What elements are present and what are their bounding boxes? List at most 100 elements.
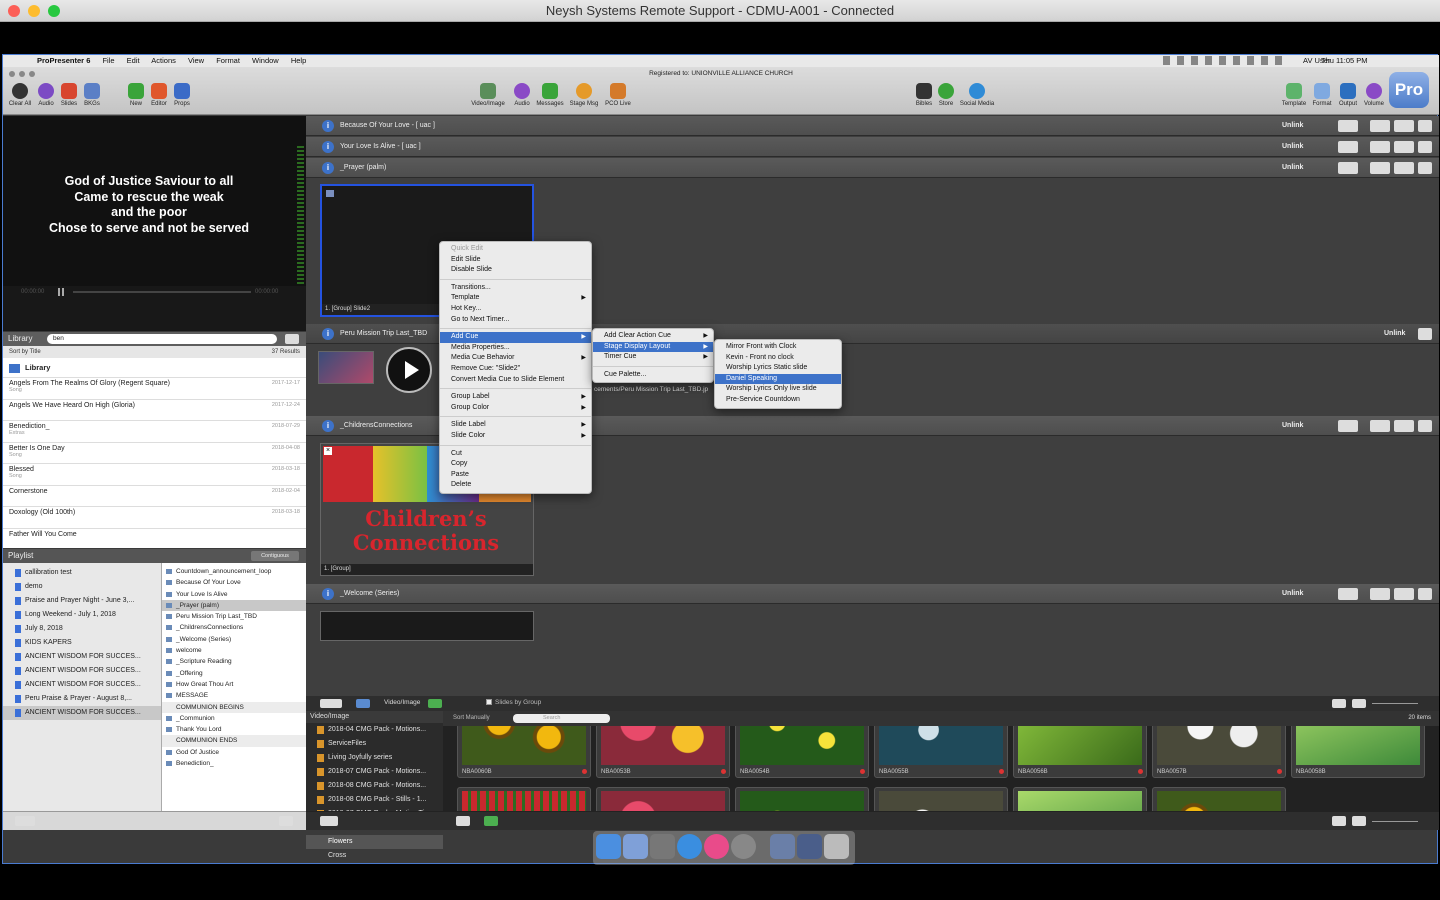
format-button[interactable]: Format bbox=[1309, 83, 1335, 107]
pco-live-button[interactable]: PCO Live bbox=[603, 83, 633, 107]
playlist-item[interactable]: _Prayer (palm) bbox=[162, 599, 306, 612]
info-icon[interactable]: i bbox=[322, 328, 334, 340]
sort-manually-dropdown[interactable]: Sort Manually bbox=[453, 711, 490, 726]
menu-item[interactable]: Slide Label ▶ bbox=[440, 420, 591, 431]
launchpad-icon[interactable] bbox=[650, 834, 675, 859]
library-item[interactable]: Doxology (Old 100th) 2018-03-18 bbox=[3, 507, 306, 529]
sort-dropdown[interactable]: Sort by Title bbox=[9, 349, 41, 355]
peru-thumbnail[interactable] bbox=[318, 351, 374, 384]
playlist-item[interactable]: Countdown_announcement_loop bbox=[162, 566, 306, 577]
system-preferences-icon[interactable] bbox=[731, 834, 756, 859]
desktop-icon[interactable] bbox=[797, 834, 822, 859]
playlist-item[interactable]: MESSAGE bbox=[162, 690, 306, 701]
library-item[interactable]: Benediction_ Extras 2018-07-29 bbox=[3, 421, 306, 443]
library-root[interactable]: Library bbox=[3, 358, 306, 378]
minimize-window-icon[interactable] bbox=[28, 5, 40, 17]
playlist-item[interactable]: God Of Justice bbox=[162, 747, 306, 758]
propresenter-logo[interactable]: Pro bbox=[1389, 72, 1429, 108]
menu-item[interactable]: Delete bbox=[440, 480, 591, 491]
playlist-entry[interactable]: ANCIENT WISDOM FOR SUCCES... bbox=[3, 706, 161, 720]
media-folder[interactable]: ServiceFiles bbox=[306, 737, 443, 751]
menu-item[interactable]: Media Properties... bbox=[440, 343, 591, 354]
menu-item[interactable]: Slide Color ▶ bbox=[440, 431, 591, 442]
media-folder[interactable]: Living Joyfully series bbox=[306, 751, 443, 765]
menu-help[interactable]: Help bbox=[291, 56, 306, 65]
close-window-icon[interactable] bbox=[8, 5, 20, 17]
menu-edit[interactable]: Edit bbox=[127, 56, 140, 65]
menu-item[interactable]: Mirror Front with Clock bbox=[715, 342, 841, 353]
list-view-button[interactable] bbox=[1352, 699, 1366, 708]
grid-view-button[interactable] bbox=[1332, 699, 1346, 708]
store-button[interactable]: Store bbox=[933, 83, 959, 107]
media-folder[interactable]: 2018-07 CMG Pack - Motions... bbox=[306, 765, 443, 779]
close-icon[interactable]: × bbox=[324, 447, 332, 455]
menu-item[interactable]: Convert Media Cue to Slide Element bbox=[440, 375, 591, 386]
playlist-entry[interactable]: callibration test bbox=[3, 566, 161, 580]
playlist-item[interactable]: Benediction_ bbox=[162, 758, 306, 769]
video-image-button[interactable]: Video/Image bbox=[471, 83, 505, 107]
menu-item[interactable]: Cue Palette... bbox=[593, 370, 713, 381]
media-folder[interactable]: 2018-08 CMG Pack - Stills - 1... bbox=[306, 793, 443, 807]
media-search-input[interactable]: Search bbox=[513, 714, 610, 723]
add-folder-button[interactable] bbox=[320, 816, 338, 826]
remove-button[interactable] bbox=[456, 816, 470, 826]
transport-scrubber[interactable] bbox=[73, 291, 251, 293]
menu-item[interactable]: Kevin - Front no clock bbox=[715, 353, 841, 364]
library-item[interactable]: Angels We Have Heard On High (Gloria) 201… bbox=[3, 400, 306, 421]
add-media-button[interactable] bbox=[320, 699, 342, 708]
menu-item[interactable]: Template ▶ bbox=[440, 293, 591, 304]
menu-item[interactable]: Worship Lyrics Static slide bbox=[715, 363, 841, 374]
menu-item[interactable]: Copy bbox=[440, 459, 591, 470]
playlist-item[interactable]: _ChildrensConnections bbox=[162, 622, 306, 633]
media-thumbnail[interactable]: NBA0060B bbox=[457, 726, 591, 778]
playlist-header-item[interactable]: COMMUNION ENDS bbox=[162, 735, 306, 747]
template-button[interactable]: Template bbox=[1279, 83, 1309, 107]
propresenter-icon[interactable] bbox=[623, 834, 648, 859]
menubar-clock[interactable]: Thu 11:05 PM bbox=[1321, 55, 1368, 67]
menu-item[interactable]: Add Cue ▶ bbox=[440, 332, 591, 343]
group-header[interactable]: i _Welcome (Series) Unlink bbox=[306, 584, 1439, 604]
finder-icon[interactable] bbox=[596, 834, 621, 859]
downloads-icon[interactable] bbox=[770, 834, 795, 859]
contiguous-button[interactable]: Contiguous bbox=[251, 551, 299, 561]
playlist-item[interactable]: How Great Thou Art bbox=[162, 679, 306, 690]
menu-file[interactable]: File bbox=[102, 56, 114, 65]
media-folder[interactable]: Cross bbox=[306, 849, 443, 863]
menu-item[interactable]: Worship Lyrics Only live slide bbox=[715, 384, 841, 395]
playlist-entry[interactable]: Long Weekend - July 1, 2018 bbox=[3, 608, 161, 622]
group-header[interactable]: i _Prayer (palm) Unlink bbox=[306, 158, 1439, 178]
menu-item[interactable]: Cut bbox=[440, 449, 591, 460]
library-item[interactable]: Father Will You Come bbox=[3, 529, 306, 549]
social-media-button[interactable]: Social Media bbox=[957, 83, 997, 107]
playlist-item[interactable]: _Communion bbox=[162, 713, 306, 724]
menu-item[interactable]: Remove Cue: "Slide2" bbox=[440, 364, 591, 375]
menu-item[interactable]: Stage Display Layout ▶ bbox=[593, 341, 713, 353]
play-button[interactable] bbox=[386, 347, 432, 393]
bkgs-clear-button[interactable]: BKGs bbox=[79, 83, 105, 107]
pause-icon[interactable] bbox=[58, 288, 64, 296]
menu-item[interactable]: Media Cue Behavior ▶ bbox=[440, 353, 591, 364]
playlist-item[interactable]: welcome bbox=[162, 645, 306, 656]
playlist-item[interactable]: Your Love Is Alive bbox=[162, 589, 306, 600]
playlist-item[interactable]: _Welcome (Series) bbox=[162, 634, 306, 645]
media-thumbnail[interactable]: NBA0055B bbox=[874, 726, 1008, 778]
library-item[interactable]: Cornerstone 2018-02-04 bbox=[3, 486, 306, 507]
media-thumbnail[interactable]: NBA0058B bbox=[1291, 726, 1425, 778]
itunes-icon[interactable] bbox=[704, 834, 729, 859]
safari-icon[interactable] bbox=[677, 834, 702, 859]
playlist-entry[interactable]: Peru Praise & Prayer - August 8,... bbox=[3, 692, 161, 706]
media-thumbnail[interactable]: NBA0057B bbox=[1152, 726, 1286, 778]
zoom-slider[interactable] bbox=[1372, 703, 1418, 704]
gear-icon[interactable] bbox=[285, 334, 299, 344]
menu-item[interactable]: Paste bbox=[440, 470, 591, 481]
playlist-entry[interactable]: demo bbox=[3, 580, 161, 594]
menu-window[interactable]: Window bbox=[252, 56, 279, 65]
playlist-item[interactable]: Thank You Lord bbox=[162, 724, 306, 735]
add-playlist-button[interactable] bbox=[15, 816, 35, 826]
media-folder[interactable]: Flowers bbox=[306, 835, 443, 849]
output-button[interactable]: Output bbox=[1334, 83, 1362, 107]
media-thumbnail[interactable]: NBA0054B bbox=[735, 726, 869, 778]
clear-all-button[interactable]: Clear All bbox=[7, 83, 33, 107]
menu-item[interactable]: Daniel Speaking bbox=[715, 373, 841, 385]
menu-item[interactable]: Group Color ▶ bbox=[440, 403, 591, 414]
